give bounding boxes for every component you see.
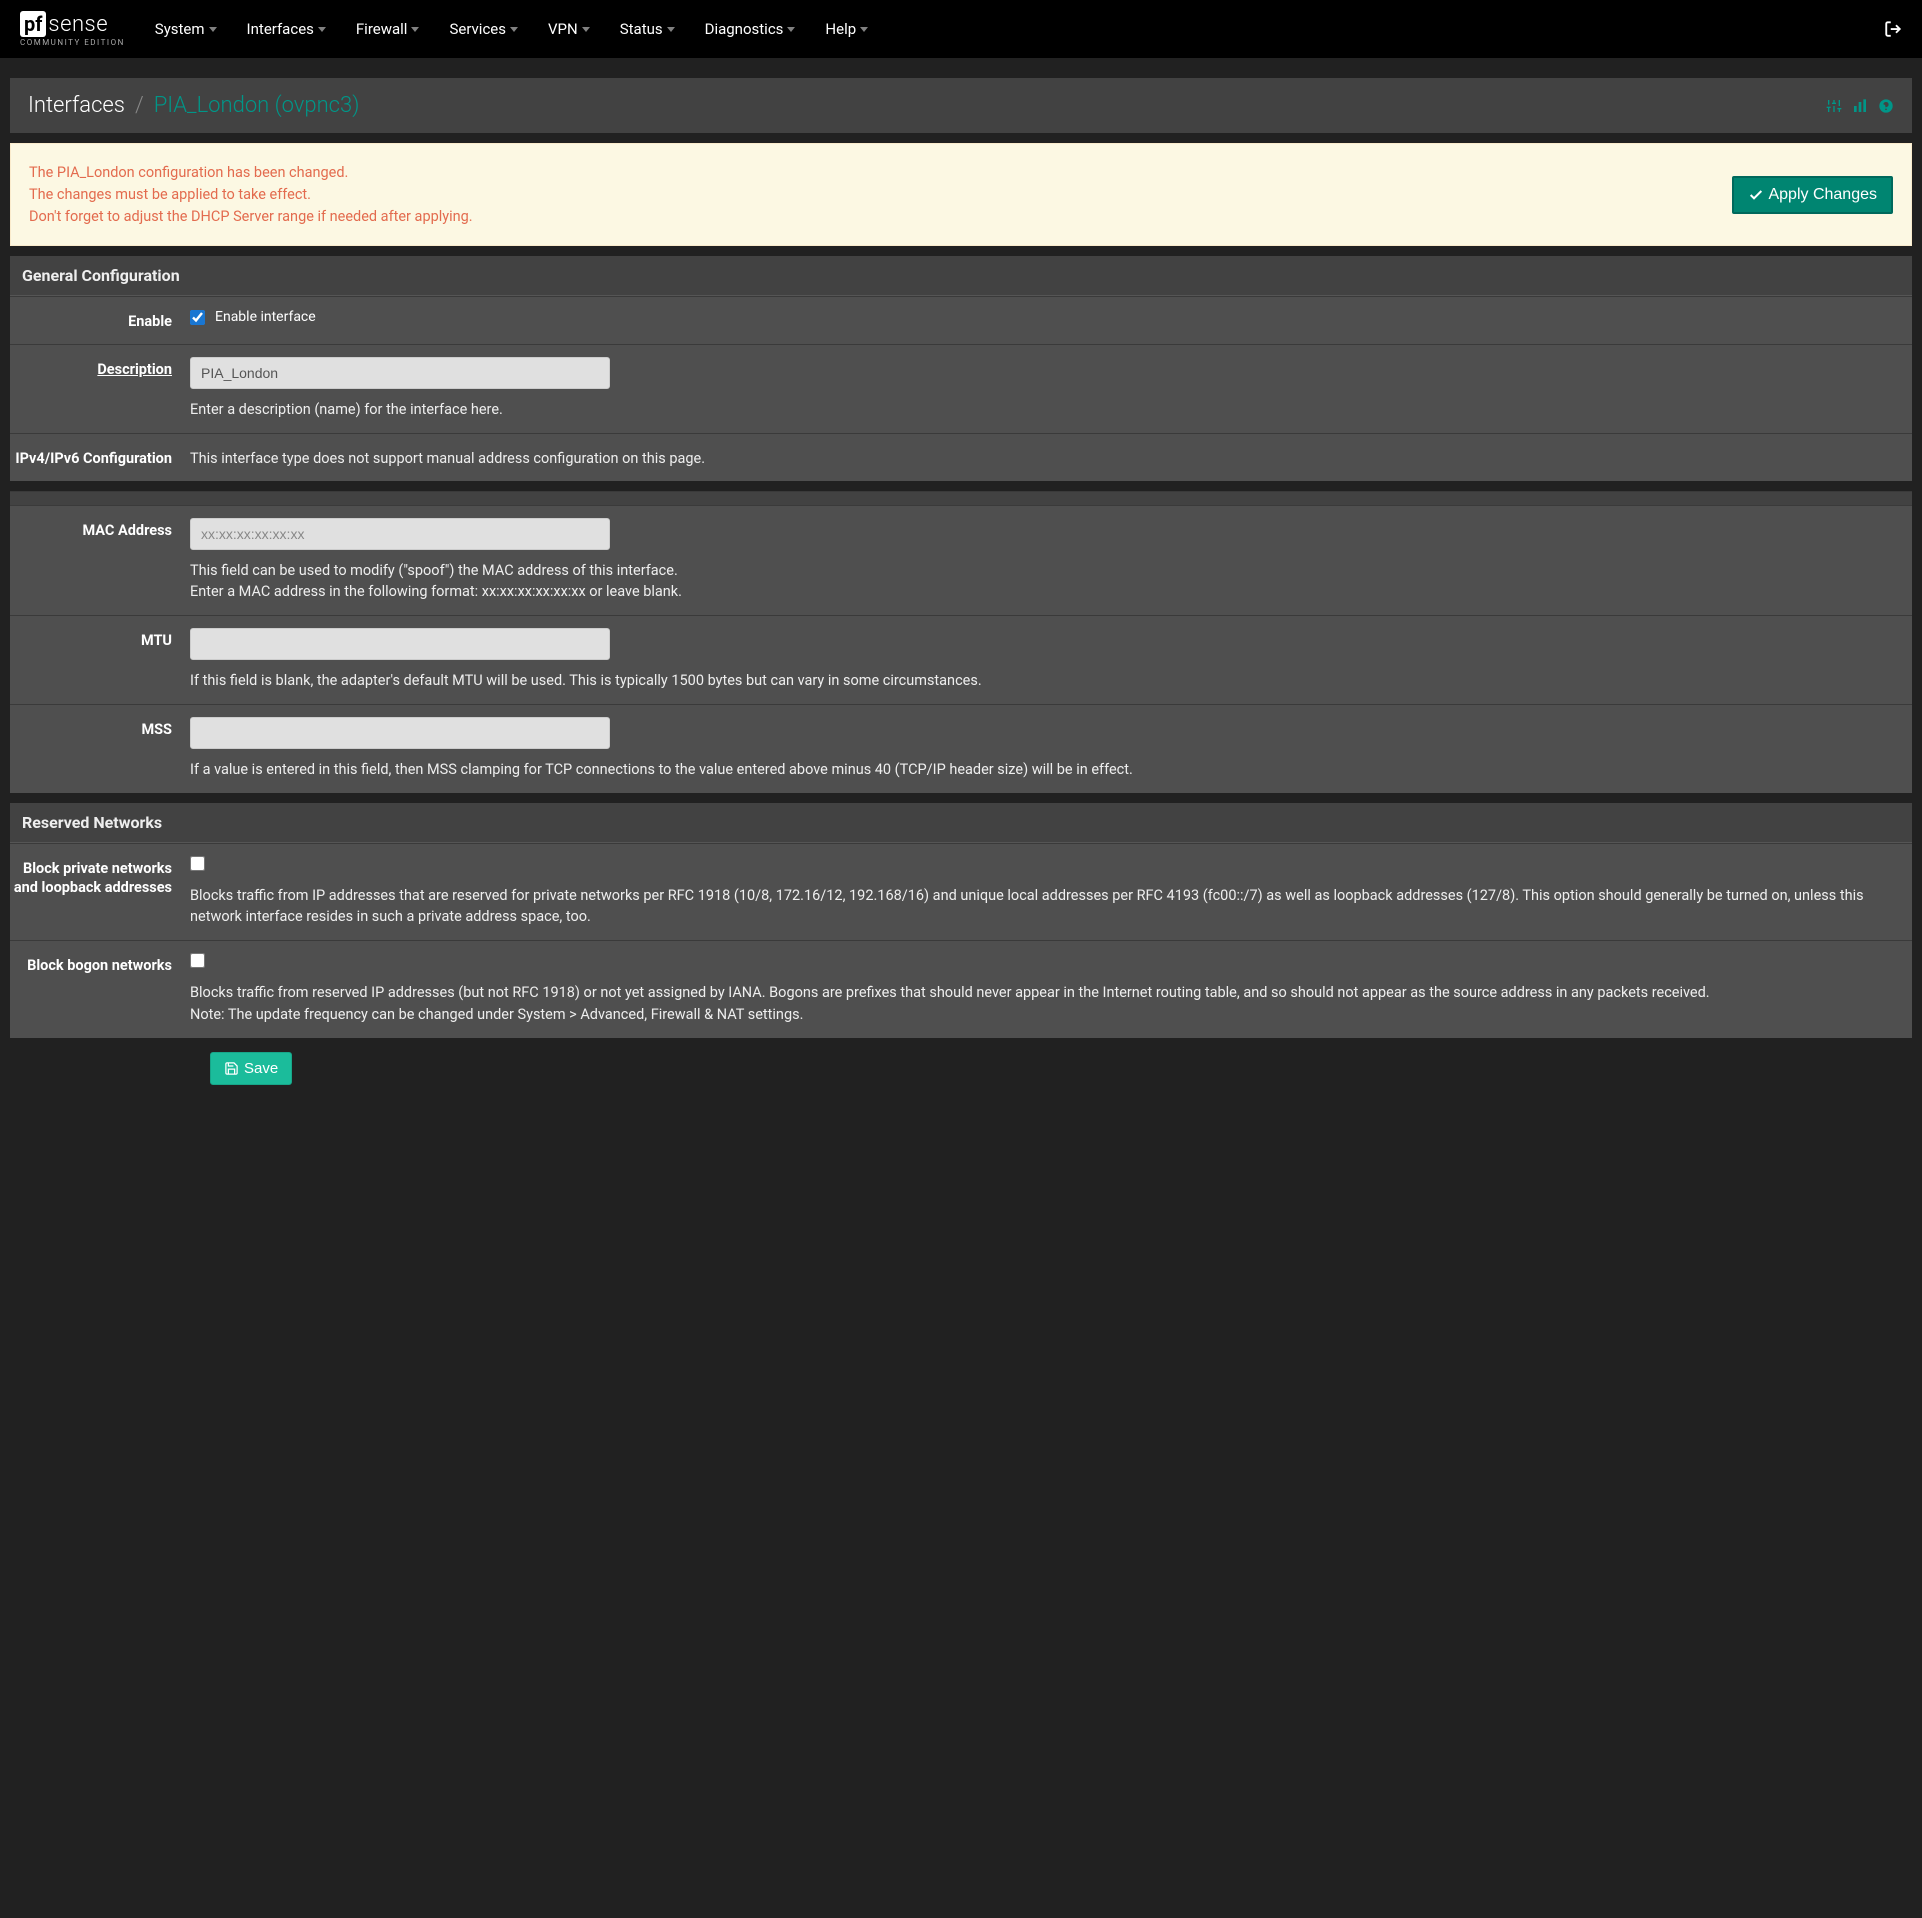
panel-reserved: Reserved Networks Block private networks… [10, 803, 1912, 1038]
logo-pf: pf [20, 11, 46, 37]
help-mss: If a value is entered in this field, the… [190, 759, 1896, 781]
enable-checkbox-label: Enable interface [215, 309, 316, 325]
label-ipconfig: IPv4/IPv6 Configuration [10, 446, 190, 469]
breadcrumb-root[interactable]: Interfaces [28, 93, 125, 118]
breadcrumb-active: PIA_London (ovpnc3) [154, 93, 360, 118]
apply-changes-button[interactable]: Apply Changes [1732, 176, 1893, 214]
caret-down-icon [860, 27, 868, 32]
floppy-icon [224, 1061, 239, 1076]
logo-sense: sense [48, 12, 108, 37]
label-block-bogon: Block bogon networks [10, 953, 190, 1026]
breadcrumb: Interfaces / PIA_London (ovpnc3) [28, 93, 359, 118]
help-description: Enter a description (name) for the inter… [190, 399, 1896, 421]
navbar: pf sense COMMUNITY EDITION System Interf… [0, 0, 1922, 58]
label-mac: MAC Address [10, 518, 190, 604]
mss-input[interactable] [190, 717, 610, 749]
caret-down-icon [667, 27, 675, 32]
help-block-private: Blocks traffic from IP addresses that ar… [190, 885, 1896, 929]
nav-status[interactable]: Status [620, 20, 675, 38]
caret-down-icon [510, 27, 518, 32]
breadcrumb-bar: Interfaces / PIA_London (ovpnc3) [10, 78, 1912, 133]
check-icon [1748, 187, 1764, 203]
alert-line2: The changes must be applied to take effe… [29, 184, 473, 206]
help-block-bogon-1: Blocks traffic from reserved IP addresse… [190, 982, 1896, 1004]
mac-input[interactable] [190, 518, 610, 550]
ipconfig-text: This interface type does not support man… [190, 446, 1896, 467]
logout-button[interactable] [1884, 20, 1902, 38]
breadcrumb-separator: / [135, 93, 144, 118]
nav-firewall[interactable]: Firewall [356, 20, 420, 38]
block-bogon-checkbox[interactable] [190, 953, 205, 968]
caret-down-icon [582, 27, 590, 32]
panel-heading-reserved: Reserved Networks [10, 803, 1912, 843]
help-mac-1: This field can be used to modify ("spoof… [190, 560, 1896, 582]
label-description: Description [10, 357, 190, 421]
nav-vpn[interactable]: VPN [548, 20, 590, 38]
enable-checkbox[interactable] [190, 310, 205, 325]
bar-chart-icon[interactable] [1852, 98, 1868, 114]
label-enable: Enable [10, 309, 190, 332]
logout-icon [1884, 20, 1902, 38]
nav-interfaces[interactable]: Interfaces [247, 20, 326, 38]
block-private-checkbox[interactable] [190, 856, 205, 871]
nav-services[interactable]: Services [449, 20, 518, 38]
alert-changes: The PIA_London configuration has been ch… [10, 143, 1912, 246]
caret-down-icon [411, 27, 419, 32]
save-button[interactable]: Save [210, 1052, 292, 1085]
nav-diagnostics[interactable]: Diagnostics [705, 20, 796, 38]
help-mac-2: Enter a MAC address in the following for… [190, 581, 1896, 603]
caret-down-icon [209, 27, 217, 32]
label-mss: MSS [10, 717, 190, 781]
logo-subtitle: COMMUNITY EDITION [20, 38, 125, 47]
caret-down-icon [318, 27, 326, 32]
mtu-input[interactable] [190, 628, 610, 660]
help-mtu: If this field is blank, the adapter's de… [190, 670, 1896, 692]
caret-down-icon [787, 27, 795, 32]
label-mtu: MTU [10, 628, 190, 692]
nav-system[interactable]: System [155, 20, 217, 38]
logo[interactable]: pf sense COMMUNITY EDITION [20, 11, 125, 47]
nav-help[interactable]: Help [825, 20, 868, 38]
alert-line1: The PIA_London configuration has been ch… [29, 162, 473, 184]
help-block-bogon-2: Note: The update frequency can be change… [190, 1004, 1896, 1026]
sliders-icon[interactable] [1826, 98, 1842, 114]
description-input[interactable] [190, 357, 610, 389]
label-block-private: Block private networks and loopback addr… [10, 856, 190, 929]
nav-menu: System Interfaces Firewall Services VPN … [155, 20, 1884, 38]
help-icon[interactable] [1878, 98, 1894, 114]
panel-general: General Configuration Enable Enable inte… [10, 256, 1912, 792]
panel-heading-general: General Configuration [10, 256, 1912, 296]
alert-line3: Don't forget to adjust the DHCP Server r… [29, 206, 473, 228]
